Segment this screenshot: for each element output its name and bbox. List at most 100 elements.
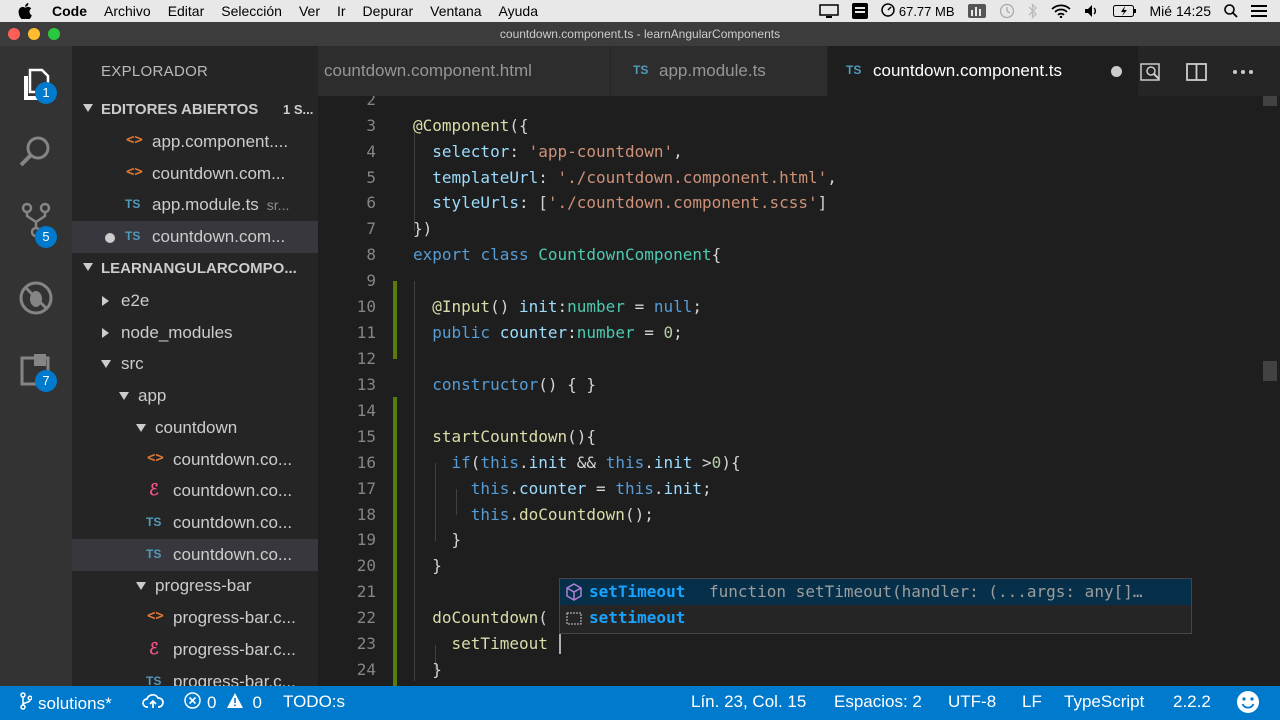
unsaved-dot-icon[interactable] [1111, 66, 1122, 77]
suggestion-item[interactable]: settimeout [560, 605, 1191, 631]
sync-status[interactable] [142, 692, 164, 715]
menu-archivo[interactable]: Archivo [104, 3, 151, 19]
typescript-version[interactable]: 2.2.2 [1173, 692, 1211, 712]
bluetooth-icon[interactable] [1028, 3, 1038, 19]
battery-icon[interactable] [1112, 5, 1137, 17]
stats-icon[interactable] [967, 4, 986, 18]
project-folder-header[interactable]: LEARNANGULARCOMPO... [72, 253, 318, 285]
text-cursor [559, 634, 561, 654]
code-line: 2 [318, 96, 1258, 113]
tree-file-selected[interactable]: TS countdown.co... [72, 539, 318, 571]
tree-file[interactable]: TS progress-bar.c... [72, 666, 318, 686]
line-code: constructor() { } [432, 375, 597, 394]
eol-status[interactable]: LF [1022, 692, 1042, 712]
tree-file[interactable]: ℰ progress-bar.c... [72, 634, 318, 666]
overview-ruler-mark [1263, 361, 1277, 381]
code-line: 4 selector: 'app-countdown', [318, 139, 1258, 165]
menu-app-name[interactable]: Code [52, 3, 87, 19]
app-menu-icon[interactable] [851, 3, 868, 19]
activity-debug[interactable] [0, 266, 72, 326]
line-code: startCountdown(){ [432, 427, 597, 446]
language-mode[interactable]: TypeScript [1064, 692, 1144, 712]
ts-file-icon: TS [125, 197, 141, 211]
cursor-position[interactable]: Lín. 23, Col. 15 [691, 692, 806, 712]
code-line: 11 public counter:number = 0; [318, 320, 1258, 346]
line-code: } [432, 556, 442, 575]
tree-folder-e2e[interactable]: e2e [72, 285, 318, 317]
open-editor-item[interactable]: <> countdown.com... [72, 158, 318, 190]
ts-file-icon: TS [146, 547, 162, 561]
encoding-status[interactable]: UTF-8 [948, 692, 996, 712]
menu-depurar[interactable]: Depurar [363, 3, 414, 19]
activity-search[interactable] [0, 120, 72, 180]
editor-scrollbar[interactable] [1260, 96, 1280, 686]
tree-folder-src[interactable]: src [72, 348, 318, 380]
menu-seleccion[interactable]: Selección [221, 3, 282, 19]
menu-ayuda[interactable]: Ayuda [499, 3, 538, 19]
activity-explorer[interactable]: 1 [0, 52, 72, 112]
code-line: 19 } [318, 527, 1258, 553]
problems-status[interactable]: 0 0 [184, 692, 262, 714]
tree-file[interactable]: TS countdown.co... [72, 507, 318, 539]
activity-extensions[interactable]: 7 [0, 338, 72, 398]
feedback-smiley-icon[interactable] [1236, 690, 1260, 714]
tree-folder-node-modules[interactable]: node_modules [72, 317, 318, 349]
menu-ir[interactable]: Ir [337, 3, 346, 19]
status-bar: solutions* 0 0 TODO:s Lín. 23, Col. 15 E… [0, 686, 1280, 720]
tree-item-label: countdown.co... [173, 513, 293, 532]
open-preview-icon[interactable] [1140, 61, 1162, 88]
spotlight-search-icon[interactable] [1224, 4, 1238, 18]
tab-countdown-component-ts[interactable]: TS countdown.component.ts [828, 46, 1138, 96]
open-editor-item[interactable]: TS app.module.ts sr... [72, 189, 318, 221]
open-editor-item-active[interactable]: TS countdown.com... [72, 221, 318, 253]
line-number: 22 [356, 608, 376, 627]
line-number: 24 [356, 660, 376, 679]
clock[interactable]: Mié 14:25 [1150, 3, 1211, 19]
tree-file[interactable]: ℰ countdown.co... [72, 475, 318, 507]
git-branch-status[interactable]: solutions* [20, 692, 112, 715]
tab-countdown-component-html[interactable]: countdown.component.html [318, 46, 610, 96]
menu-ventana[interactable]: Ventana [430, 3, 481, 19]
scss-file-icon: ℰ [149, 482, 159, 499]
memory-monitor[interactable]: 67.77 MB [881, 2, 955, 20]
tree-folder-app[interactable]: app [72, 380, 318, 412]
method-cube-icon [566, 583, 582, 605]
split-editor-icon[interactable] [1186, 61, 1208, 88]
menu-ver[interactable]: Ver [299, 3, 320, 19]
open-editor-item[interactable]: <> app.component.... [72, 126, 318, 158]
explorer-title: EXPLORADOR [101, 63, 209, 80]
chevron-down-icon [83, 263, 93, 271]
todo-status[interactable]: TODO:s [283, 692, 345, 712]
code-line: 14 [318, 398, 1258, 424]
open-editors-header[interactable]: EDITORES ABIERTOS 1 S... [72, 94, 318, 126]
suggestion-item-focused[interactable]: setTimeout function setTimeout(handler: … [560, 579, 1191, 605]
menu-editar[interactable]: Editar [168, 3, 205, 19]
code-line: 12 [318, 346, 1258, 372]
tree-item-label: countdown.co... [173, 450, 293, 469]
apple-icon[interactable] [18, 3, 34, 19]
tree-item-label: progress-bar.c... [173, 672, 296, 686]
unsaved-dot-icon[interactable] [105, 233, 115, 243]
activity-source-control[interactable]: 5 [0, 188, 72, 248]
indentation-status[interactable]: Espacios: 2 [834, 692, 922, 712]
tree-folder-countdown[interactable]: countdown [72, 412, 318, 444]
more-actions-icon[interactable] [1232, 61, 1254, 88]
tab-label: countdown.component.html [324, 61, 532, 80]
tree-folder-progress-bar[interactable]: progress-bar [72, 570, 318, 602]
display-icon[interactable] [819, 4, 839, 18]
time-machine-icon[interactable] [999, 3, 1015, 19]
line-number: 10 [356, 297, 376, 316]
macos-menubar: Code Archivo Editar Selección Ver Ir Dep… [0, 0, 1280, 22]
tab-app-module-ts[interactable]: TS app.module.ts [611, 46, 827, 96]
line-number: 7 [366, 219, 376, 238]
code-line: 10 @Input() init:number = null; [318, 294, 1258, 320]
notification-center-icon[interactable] [1251, 5, 1267, 17]
window-titlebar: countdown.component.ts - learnAngularCom… [0, 22, 1280, 46]
tree-item-label: progress-bar.c... [173, 640, 296, 659]
tree-file[interactable]: <> countdown.co... [72, 444, 318, 476]
tree-file[interactable]: <> progress-bar.c... [72, 602, 318, 634]
code-line: 20 } [318, 553, 1258, 579]
volume-icon[interactable] [1084, 4, 1100, 18]
scss-file-icon: ℰ [149, 641, 159, 658]
wifi-icon[interactable] [1050, 4, 1071, 18]
